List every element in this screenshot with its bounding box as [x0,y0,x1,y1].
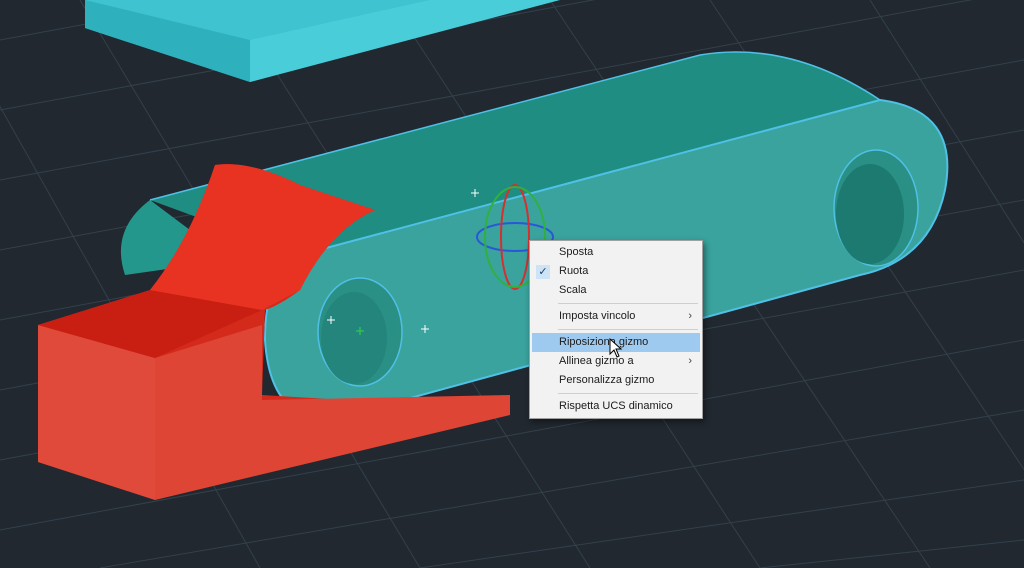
cyan-block [85,0,560,82]
submenu-arrow-icon: › [688,310,692,322]
menu-item-label: Ruota [559,265,589,277]
menu-item-sposta[interactable]: Sposta [530,243,702,262]
menu-item-label: Personalizza gizmo [559,374,655,386]
mouse-pointer-icon [609,338,623,358]
gizmo-context-menu: Sposta ✓ Ruota Scala Imposta vincolo › R… [529,240,703,419]
menu-item-rispetta-ucs[interactable]: Rispetta UCS dinamico [530,397,702,416]
menu-item-label: Sposta [559,246,594,258]
menu-item-personalizza-gizmo[interactable]: Personalizza gizmo [530,371,702,390]
menu-item-label: Riposiziona gizmo [559,336,649,348]
menu-item-imposta-vincolo[interactable]: Imposta vincolo › [530,307,702,326]
menu-item-label: Scala [559,284,587,296]
menu-separator [558,393,698,394]
checkmark-icon: ✓ [536,265,550,279]
menu-item-label: Imposta vincolo [559,310,636,322]
menu-separator [558,303,698,304]
submenu-arrow-icon: › [688,355,692,367]
3d-model-viewport[interactable] [0,0,1024,568]
menu-separator [558,329,698,330]
menu-item-ruota[interactable]: ✓ Ruota [530,262,702,281]
menu-item-scala[interactable]: Scala [530,281,702,300]
menu-item-label: Rispetta UCS dinamico [559,400,673,412]
